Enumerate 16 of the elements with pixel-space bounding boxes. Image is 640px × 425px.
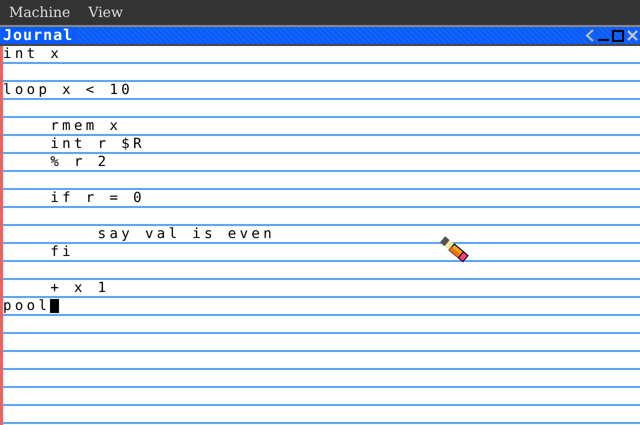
collapse-icon[interactable] — [585, 29, 595, 42]
code-line: int x — [3, 46, 62, 62]
window-title: Journal — [0, 27, 76, 44]
menu-item[interactable]: View — [79, 4, 132, 20]
code-line: if r = 0 — [49, 190, 145, 206]
code-line: int r $R — [49, 136, 145, 152]
code-line: pool — [3, 298, 50, 314]
code-line: + x 1 — [49, 280, 110, 296]
code-line: rmem x — [49, 118, 122, 134]
code-line: % r 2 — [49, 154, 110, 170]
close-icon[interactable] — [627, 30, 638, 41]
menu-item[interactable]: Machine — [0, 4, 80, 20]
code-line: loop x < 10 — [3, 82, 134, 98]
maximize-icon[interactable] — [612, 30, 624, 42]
code-line: say val is even — [96, 226, 276, 242]
code-line: fi — [49, 244, 74, 260]
